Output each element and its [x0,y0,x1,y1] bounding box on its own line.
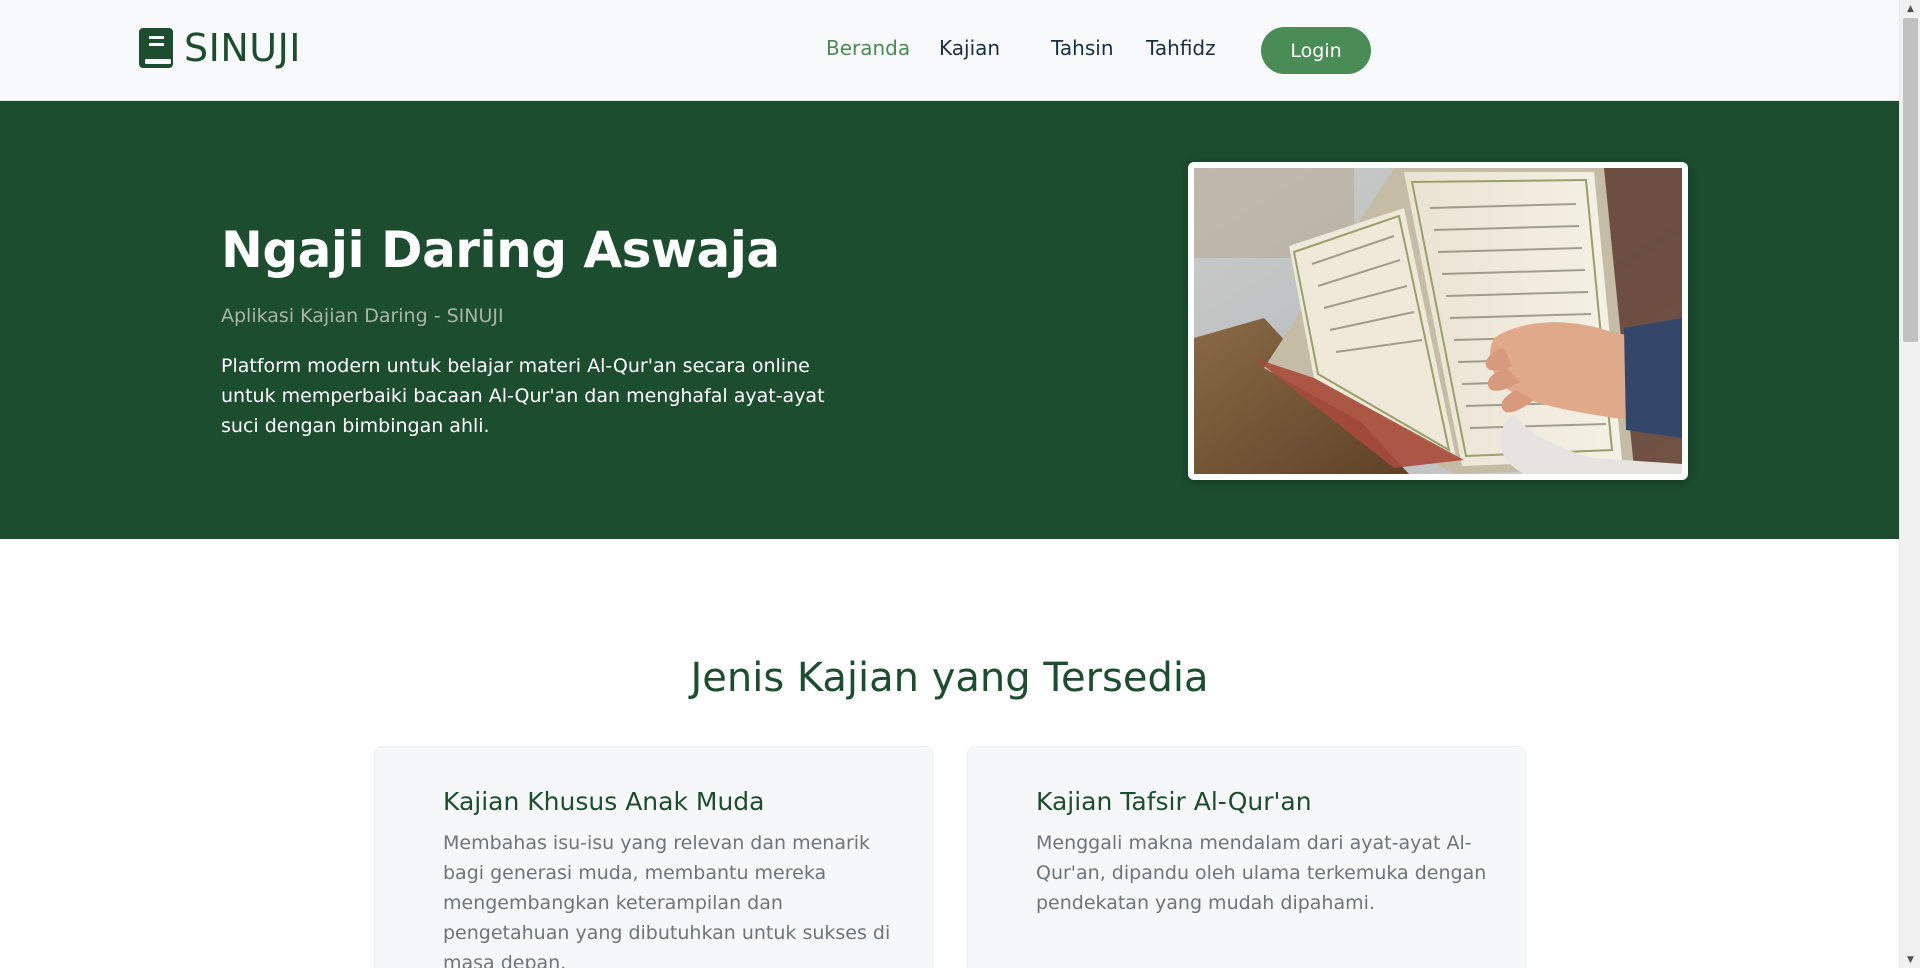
hero-title: Ngaji Daring Aswaja [221,221,780,279]
hero-image-frame [1188,162,1688,480]
brand-logo-link[interactable]: SINUJI [138,26,301,70]
nav-link-kajian[interactable]: Kajian [939,36,1000,60]
hero-section: Ngaji Daring Aswaja Aplikasi Kajian Dari… [0,101,1899,539]
scroll-down-arrow-icon[interactable]: ▼ [1900,951,1920,968]
hero-description: Platform modern untuk belajar materi Al-… [221,355,825,437]
vertical-scrollbar[interactable]: ▲ ▼ [1899,0,1920,968]
nav-link-tahsin[interactable]: Tahsin [1051,36,1114,60]
page: SINUJI Beranda Kajian Tahsin Tahfidz Log… [0,0,1899,968]
nav-link-beranda[interactable]: Beranda [826,36,910,60]
scroll-up-arrow-icon[interactable]: ▲ [1900,0,1920,17]
card-description: Menggali makna mendalam dari ayat-ayat A… [1036,832,1487,914]
nav-link-tahfidz[interactable]: Tahfidz [1146,36,1216,60]
card-description: Membahas isu-isu yang relevan dan menari… [443,832,891,968]
card-title: Kajian Khusus Anak Muda [443,787,765,816]
login-button[interactable]: Login [1261,27,1371,74]
navbar: SINUJI Beranda Kajian Tahsin Tahfidz Log… [0,0,1899,101]
quran-reading-image [1194,168,1682,474]
scrollbar-thumb[interactable] [1903,18,1918,342]
brand-name: SINUJI [184,26,301,70]
book-icon [139,28,173,68]
hero-subtitle: Aplikasi Kajian Daring - SINUJI [221,305,504,327]
section-title: Jenis Kajian yang Tersedia [690,655,1209,701]
card-title: Kajian Tafsir Al-Qur'an [1036,787,1312,816]
kajian-card[interactable]: Kajian Khusus Anak Muda Membahas isu-isu… [374,746,933,968]
kajian-card[interactable]: Kajian Tafsir Al-Qur'an Menggali makna m… [967,746,1526,968]
